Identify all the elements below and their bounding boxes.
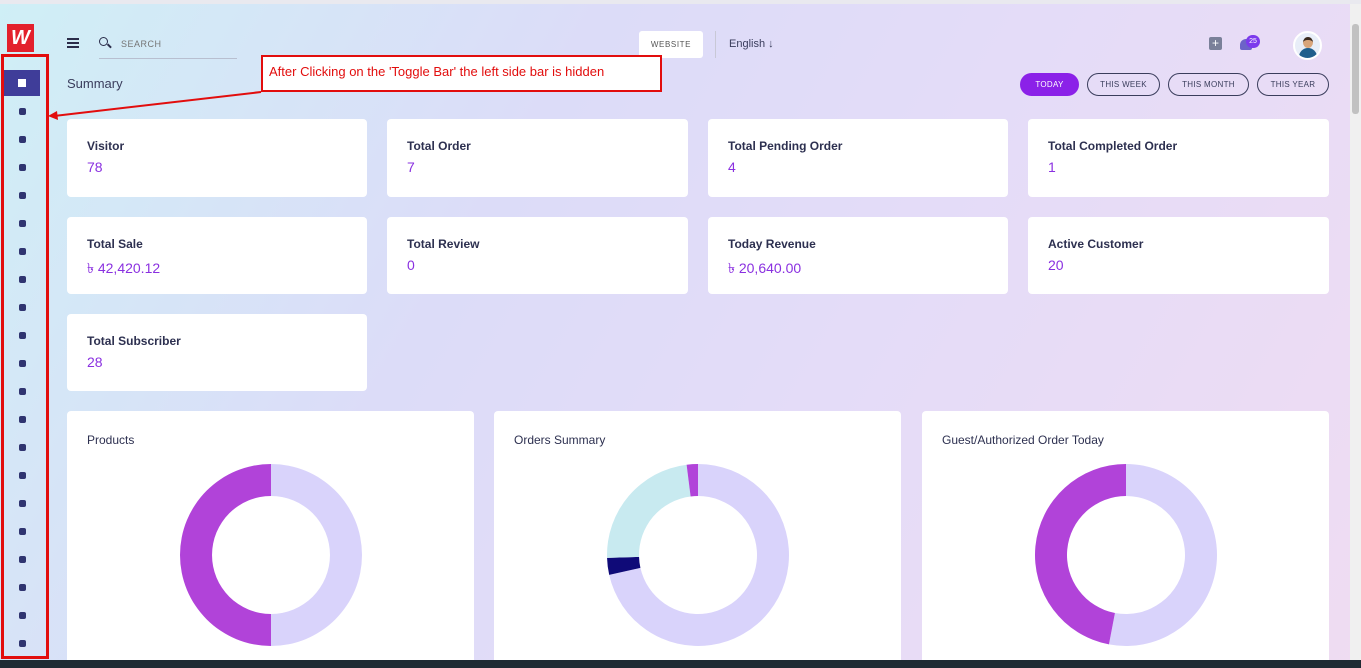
stat-value: 28 bbox=[87, 354, 103, 370]
stat-value: 1 bbox=[1048, 159, 1056, 175]
stat-label: Total Sale bbox=[87, 237, 143, 251]
annotation-callout: After Clicking on the 'Toggle Bar' the l… bbox=[261, 55, 662, 92]
arrow-down-icon: ↓ bbox=[768, 38, 774, 50]
products-donut-chart bbox=[180, 464, 362, 646]
scrollbar-thumb[interactable] bbox=[1352, 24, 1359, 114]
stat-label: Total Order bbox=[407, 139, 471, 153]
stat-value: 4 bbox=[728, 159, 736, 175]
period-week-button[interactable]: THIS WEEK bbox=[1087, 73, 1160, 96]
stat-label: Total Review bbox=[407, 237, 480, 251]
menu-toggle-icon[interactable] bbox=[67, 38, 79, 48]
stat-label: Active Customer bbox=[1048, 237, 1144, 251]
donut-slice-1[interactable] bbox=[180, 464, 271, 646]
notification-badge: 25 bbox=[1246, 35, 1260, 48]
search-input[interactable] bbox=[121, 37, 231, 51]
period-month-button[interactable]: THIS MONTH bbox=[1168, 73, 1249, 96]
stat-card-total-sale: Total Sale ৳ 42,420.12 bbox=[67, 217, 367, 294]
user-avatar[interactable] bbox=[1293, 31, 1322, 60]
app-logo[interactable]: W bbox=[7, 24, 34, 52]
products-chart-card: Products bbox=[67, 411, 474, 668]
header-divider bbox=[715, 31, 716, 58]
stat-card-total-review: Total Review 0 bbox=[387, 217, 688, 294]
period-today-button[interactable]: TODAY bbox=[1020, 73, 1079, 96]
stat-value: 78 bbox=[87, 159, 103, 175]
os-taskbar bbox=[0, 660, 1361, 668]
stat-card-visitor: Visitor 78 bbox=[67, 119, 367, 197]
stat-value: 0 bbox=[407, 257, 415, 273]
stat-card-total-subscriber: Total Subscriber 28 bbox=[67, 314, 367, 391]
language-label: English bbox=[729, 38, 766, 50]
guest-order-chart-card: Guest/Authorized Order Today bbox=[922, 411, 1329, 668]
guest-order-donut-chart bbox=[1035, 464, 1217, 646]
donut-slice-0[interactable] bbox=[271, 464, 362, 646]
website-button[interactable]: WEBSITE bbox=[639, 31, 703, 58]
stat-value: ৳ 20,640.00 bbox=[728, 260, 802, 276]
stat-card-total-order: Total Order 7 bbox=[387, 119, 688, 197]
stat-value: ৳ 42,420.12 bbox=[87, 260, 161, 276]
stat-value: 7 bbox=[407, 159, 415, 175]
stat-card-active-customer: Active Customer 20 bbox=[1028, 217, 1329, 294]
stat-label: Total Completed Order bbox=[1048, 139, 1178, 153]
annotation-highlight-box bbox=[1, 54, 49, 659]
add-icon[interactable]: + bbox=[1209, 37, 1222, 50]
stat-card-completed-order: Total Completed Order 1 bbox=[1028, 119, 1329, 197]
stat-label: Today Revenue bbox=[728, 237, 816, 251]
page-scrollbar[interactable] bbox=[1350, 4, 1361, 660]
stat-value: 20 bbox=[1048, 257, 1064, 273]
page-title: Summary bbox=[67, 76, 123, 91]
donut-slice-2[interactable] bbox=[607, 464, 691, 558]
stat-label: Total Subscriber bbox=[87, 334, 181, 348]
donut-slice-1[interactable] bbox=[1035, 464, 1126, 645]
orders-summary-chart-card: Orders Summary bbox=[494, 411, 901, 668]
stat-label: Total Pending Order bbox=[728, 139, 843, 153]
stat-label: Visitor bbox=[87, 139, 125, 153]
search-icon[interactable] bbox=[99, 37, 108, 46]
search-bar bbox=[99, 35, 237, 59]
period-year-button[interactable]: THIS YEAR bbox=[1257, 73, 1329, 96]
browser-top-edge bbox=[0, 0, 1361, 4]
language-select[interactable]: English ↓ bbox=[729, 38, 774, 50]
orders-summary-donut-chart bbox=[607, 464, 789, 646]
stat-card-today-revenue: Today Revenue ৳ 20,640.00 bbox=[708, 217, 1008, 294]
stat-card-pending-order: Total Pending Order 4 bbox=[708, 119, 1008, 197]
